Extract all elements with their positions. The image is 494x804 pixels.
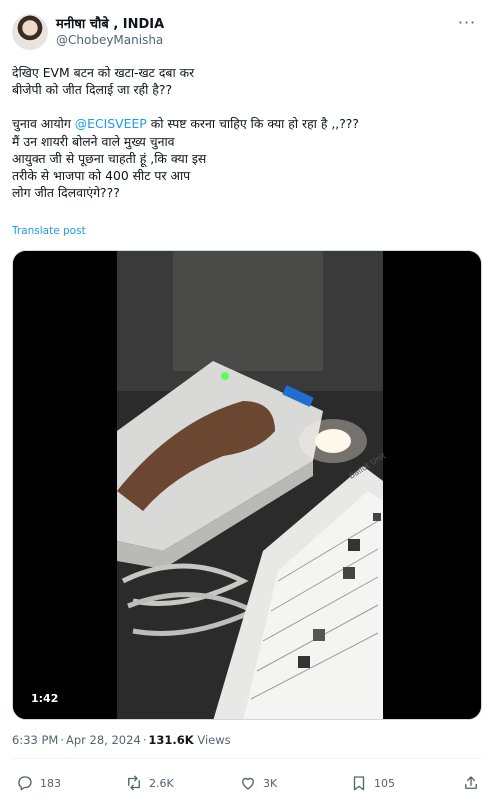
tweet-line: लोग जीत दिलवाएंगे??? xyxy=(12,185,120,201)
author-display-name[interactable]: मनीषा चौबे , INDIA xyxy=(56,14,164,32)
tweet-metadata: 6:33 PM · Apr 28, 2024 · 131.6K Views xyxy=(12,733,231,747)
post-time[interactable]: 6:33 PM xyxy=(12,733,58,747)
heart-icon xyxy=(242,777,254,790)
repost-count: 2.6K xyxy=(149,776,174,790)
video-duration: 1:42 xyxy=(27,690,63,707)
tweet-line: आयुक्त जी से पूछना चाहती हूं ,कि क्या इस xyxy=(12,150,207,166)
bookmark-count: 105 xyxy=(374,776,395,790)
share-icon xyxy=(465,776,477,789)
bookmark-icon xyxy=(353,776,365,791)
tweet-header: मनीषा चौबे , INDIA @ChobeyManisha ··· xyxy=(12,12,482,52)
more-horizontal-icon[interactable]: ··· xyxy=(456,15,478,34)
author-handle[interactable]: @ChobeyManisha xyxy=(56,33,163,47)
like-count: 3K xyxy=(263,776,278,790)
video-player[interactable]: Ballot Unit 1:42 xyxy=(12,250,482,720)
reply-count: 183 xyxy=(40,776,61,790)
repost-button[interactable]: 2.6K xyxy=(125,772,174,794)
tweet-line: मैं उन शायरी बोलने वाले मुख्य चुनाव xyxy=(12,133,175,149)
reply-button[interactable]: 183 xyxy=(16,772,61,794)
mention-link[interactable]: @ECISVEEP xyxy=(75,116,147,131)
action-bar: 183 2.6K 3K 105 xyxy=(12,770,482,796)
tweet-text: देखिए EVM बटन को खटा-खट दबा कर बीजेपी को… xyxy=(12,64,482,201)
tweet-line: तरीके से भाजपा को 400 सीट पर आप xyxy=(12,168,191,184)
views-label: Views xyxy=(197,733,231,747)
divider xyxy=(12,758,482,759)
views-count: 131.6K xyxy=(148,733,194,747)
tweet-line: चुनाव आयोग @ECISVEEP को स्पष्ट करना चाहि… xyxy=(12,115,482,132)
reply-icon xyxy=(18,776,32,791)
separator: · xyxy=(142,733,147,747)
tweet-line: बीजेपी को जीत दिलाई जा रही है?? xyxy=(12,82,173,98)
share-button[interactable] xyxy=(462,772,480,794)
like-button[interactable]: 3K xyxy=(239,772,277,794)
avatar[interactable] xyxy=(12,14,48,50)
translate-post-link[interactable]: Translate post xyxy=(12,225,86,237)
separator: · xyxy=(60,733,64,747)
repost-icon xyxy=(128,775,140,791)
post-date[interactable]: Apr 28, 2024 xyxy=(66,733,141,747)
bookmark-button[interactable]: 105 xyxy=(350,772,395,794)
tweet-text-segment: चुनाव आयोग xyxy=(12,116,75,132)
video-frame: Ballot Unit xyxy=(13,251,481,719)
tweet-text-segment: को स्पष्ट करना चाहिए कि क्या हो रहा है ,… xyxy=(146,116,359,132)
tweet-line: देखिए EVM बटन को खटा-खट दबा कर xyxy=(12,65,195,80)
